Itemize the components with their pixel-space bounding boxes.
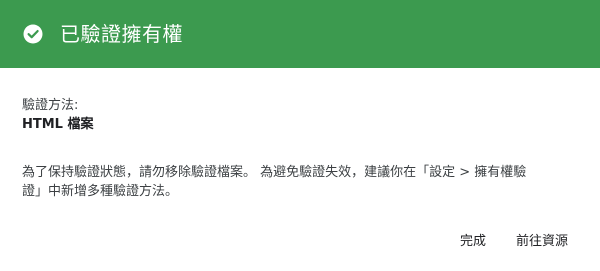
done-button[interactable]: 完成 bbox=[456, 230, 490, 253]
notice-line-2: 證」中新增多種驗證方法。 bbox=[22, 184, 179, 199]
check-circle-icon bbox=[22, 23, 44, 45]
dialog-actions: 完成 前往資源 bbox=[456, 228, 572, 254]
verification-notice: 為了保持驗證狀態，請勿移除驗證檔案。 為避免驗證失效，建議你在「設定 > 擁有權… bbox=[22, 163, 582, 201]
go-to-resource-button[interactable]: 前往資源 bbox=[512, 230, 572, 253]
notice-line-1: 為了保持驗證狀態，請勿移除驗證檔案。 為避免驗證失效，建議你在「設定 > 擁有權… bbox=[22, 165, 527, 180]
dialog-title: 已驗證擁有權 bbox=[60, 22, 183, 46]
ownership-verified-dialog: 已驗證擁有權 驗證方法: HTML 檔案 為了保持驗證狀態，請勿移除驗證檔案。 … bbox=[0, 0, 600, 271]
verification-method-label: 驗證方法: bbox=[22, 98, 79, 113]
dialog-header: 已驗證擁有權 bbox=[0, 0, 600, 68]
verification-method-value: HTML 檔案 bbox=[22, 117, 94, 132]
verification-method: 驗證方法: HTML 檔案 bbox=[22, 96, 94, 134]
